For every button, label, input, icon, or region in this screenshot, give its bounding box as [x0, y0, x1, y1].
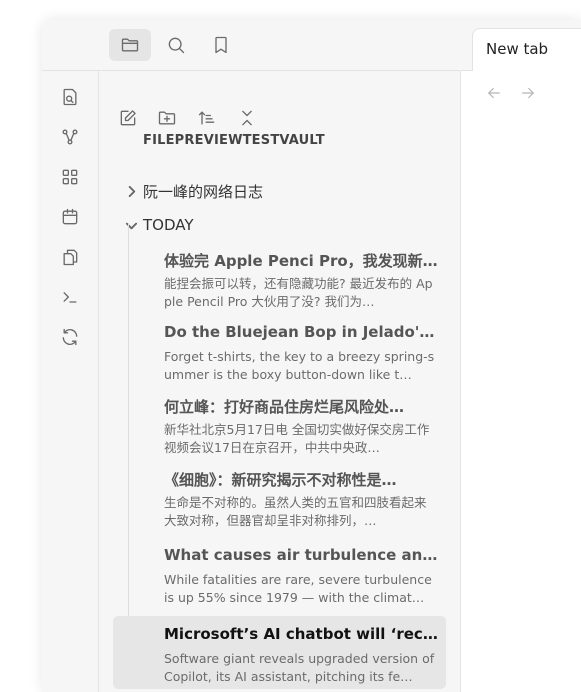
file-item[interactable]: 体验完 Apple Penci Pro，我发现新… 能捏会振可以转，还有隐藏功能… [113, 241, 446, 314]
file-item[interactable]: What causes air turbulence and i… While … [113, 537, 446, 610]
file-explorer: FILEPREVIEWTESTVAULT 阮一峰的网络日志 TODAY 体验完 … [99, 71, 461, 692]
chevron-right-icon [121, 182, 141, 202]
search-icon[interactable] [164, 33, 188, 57]
folder-icon[interactable] [109, 29, 151, 61]
edit-icon[interactable] [116, 106, 140, 130]
sync-icon[interactable] [58, 325, 82, 349]
file-preview: 能捏会振可以转，还有隐藏功能? 最近发布的 Apple Pencil Pro 大… [164, 276, 433, 309]
file-preview: While fatalities are rare, severe turbul… [164, 572, 432, 605]
folder-label: 阮一峰的网络日志 [143, 183, 264, 201]
copy-icon[interactable] [58, 245, 82, 269]
file-item[interactable]: 何立峰：打好商品住房烂尾风险处… 新华社北京5月17日电 全国切实做好保交房工作… [113, 387, 446, 460]
folder-ruanyifeng[interactable]: 阮一峰的网络日志 [121, 181, 263, 202]
tab-new[interactable]: New tab [472, 28, 581, 71]
file-preview: 新华社北京5月17日电 全国切实做好保交房工作视频会议17日在京召开，中共中央政… [164, 422, 430, 455]
folder-label: TODAY [143, 216, 194, 234]
file-item[interactable]: 《细胞》：新研究揭示不对称性是… 生命是不对称的。虽然人类的五官和四肢看起来大致… [113, 460, 446, 533]
quick-switcher-icon[interactable] [58, 85, 82, 109]
forward-arrow-icon[interactable] [519, 84, 537, 106]
calendar-icon[interactable] [58, 205, 82, 229]
file-preview: 生命是不对称的。虽然人类的五官和四肢看起来大致对称，但器官却呈非对称排列，… [164, 495, 427, 528]
folder-today[interactable]: TODAY [121, 215, 194, 235]
app-window: FILEPREVIEWTESTVAULT 阮一峰的网络日志 TODAY 体验完 … [42, 20, 581, 692]
tab-label: New tab [486, 40, 549, 58]
left-ribbon [42, 20, 99, 692]
sidebar-header [42, 20, 460, 71]
file-item[interactable]: Do the Bluejean Bop in Jelado's… Forget … [113, 314, 446, 387]
file-title: Do the Bluejean Bop in Jelado's… [164, 323, 438, 341]
file-title: 《细胞》：新研究揭示不对称性是… [164, 471, 397, 489]
bookmark-icon[interactable] [209, 33, 233, 57]
file-preview: Forget t-shirts, the key to a breezy spr… [164, 349, 435, 382]
sort-icon[interactable] [195, 106, 219, 130]
vault-name: FILEPREVIEWTESTVAULT [143, 133, 325, 148]
file-title: Microsoft’s AI chatbot will ‘recal… [164, 625, 438, 643]
tab-strip: New tab [461, 20, 581, 71]
back-arrow-icon[interactable] [485, 84, 503, 106]
terminal-icon[interactable] [58, 285, 82, 309]
graph-view-icon[interactable] [58, 125, 82, 149]
file-title: What causes air turbulence and i… [164, 546, 438, 564]
collapse-icon[interactable] [235, 106, 259, 130]
file-title: 何立峰：打好商品住房烂尾风险处… [164, 398, 405, 416]
canvas-icon[interactable] [58, 165, 82, 189]
chevron-down-icon [121, 215, 141, 235]
folder-plus-icon[interactable] [155, 106, 179, 130]
main-area: New tab [461, 20, 581, 692]
file-title: 体验完 Apple Penci Pro，我发现新… [164, 252, 438, 270]
file-item-active[interactable]: Microsoft’s AI chatbot will ‘recal… Soft… [113, 616, 446, 689]
file-preview: Software giant reveals upgraded version … [164, 651, 435, 684]
